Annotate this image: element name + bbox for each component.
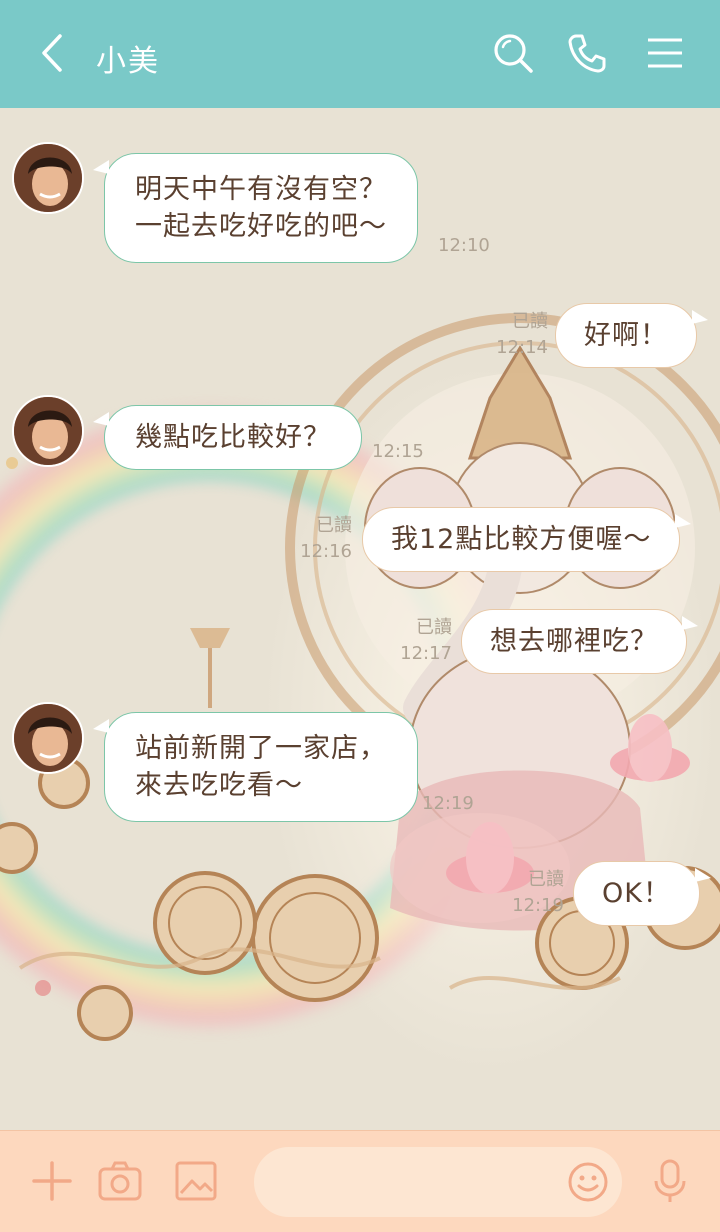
chat-title: 小美 — [96, 44, 160, 79]
message-bubble[interactable]: OK！ — [573, 861, 711, 926]
search-icon[interactable] — [490, 30, 536, 76]
message-time: 12:17 — [400, 643, 452, 664]
camera-icon[interactable] — [96, 1157, 144, 1205]
menu-icon[interactable] — [642, 30, 688, 76]
message-bubble[interactable]: 站前新開了一家店， 來去吃吃看～ — [93, 712, 418, 822]
avatar[interactable] — [12, 702, 84, 774]
input-bar — [0, 1130, 720, 1232]
message-time: 12:19 — [512, 895, 564, 916]
message-input[interactable] — [254, 1147, 622, 1217]
message-time: 12:10 — [438, 235, 490, 256]
avatar[interactable] — [12, 142, 84, 214]
chevron-left-icon[interactable] — [30, 30, 76, 76]
message-bubble[interactable]: 好啊！ — [555, 303, 708, 368]
avatar[interactable] — [12, 395, 84, 467]
read-receipt: 已讀 — [528, 869, 564, 890]
message-time: 12:16 — [300, 541, 352, 562]
read-receipt: 已讀 — [416, 617, 452, 638]
message-bubble[interactable]: 我12點比較方便喔～ — [362, 507, 692, 572]
plus-icon[interactable] — [28, 1157, 76, 1205]
mic-icon[interactable] — [646, 1157, 694, 1205]
message-bubble[interactable]: 想去哪裡吃？ — [461, 609, 698, 674]
message-time: 12:14 — [496, 337, 548, 358]
message-time: 12:19 — [422, 793, 474, 814]
message-bubble[interactable]: 幾點吃比較好？ — [93, 405, 362, 470]
emoji-icon[interactable] — [564, 1158, 612, 1206]
read-receipt: 已讀 — [316, 515, 352, 536]
message-time: 12:15 — [372, 441, 424, 462]
phone-icon[interactable] — [564, 30, 610, 76]
image-icon[interactable] — [172, 1157, 220, 1205]
message-bubble[interactable]: 明天中午有沒有空？ 一起去吃好吃的吧～ — [93, 153, 418, 263]
chat-header: 小美 — [0, 0, 720, 108]
read-receipt: 已讀 — [512, 311, 548, 332]
